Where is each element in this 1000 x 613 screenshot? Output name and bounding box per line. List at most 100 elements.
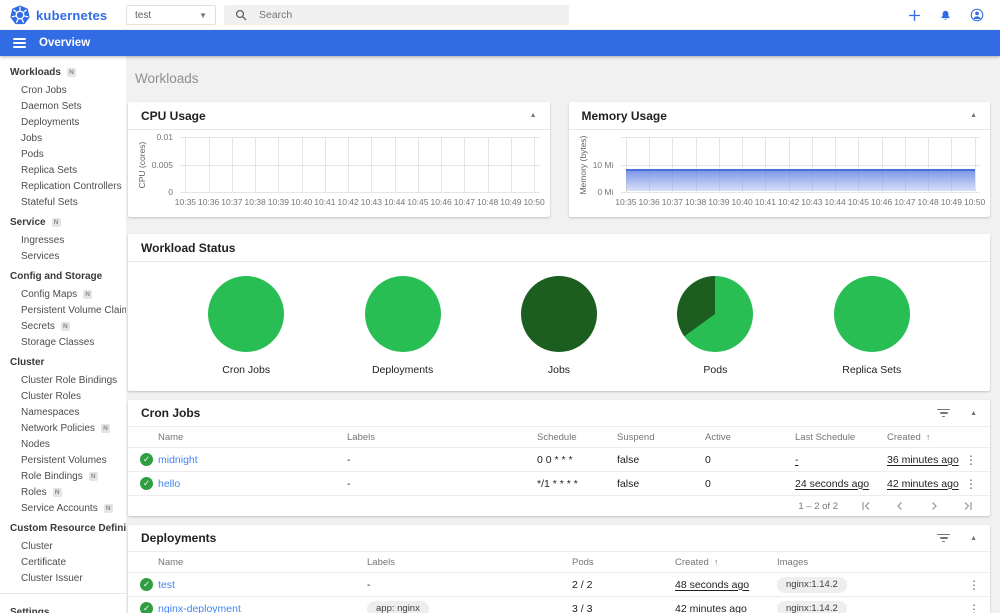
row-actions-kebab-icon[interactable]: ⋮ xyxy=(965,578,983,592)
next-page-icon[interactable] xyxy=(928,500,940,512)
namespaced-badge-icon: N xyxy=(83,289,93,299)
sidebar-item-replica-sets[interactable]: Replica Sets xyxy=(0,162,126,178)
sidebar-item-pods[interactable]: Pods xyxy=(0,146,126,162)
column-header-schedule[interactable]: Schedule xyxy=(537,432,617,443)
collapse-card-icon[interactable]: ▲ xyxy=(970,410,977,417)
sidebar-section-label: Workloads xyxy=(10,67,61,78)
sidebar-item-replication-controllers[interactable]: Replication Controllers xyxy=(0,178,126,194)
sidebar-section-service[interactable]: Service N xyxy=(0,210,126,232)
collapse-card-icon[interactable]: ▲ xyxy=(970,535,977,542)
sidebar-item-service-accounts[interactable]: Service Accounts N xyxy=(0,500,126,516)
sidebar-item-network-policies[interactable]: Network Policies N xyxy=(0,420,126,436)
collapse-card-icon[interactable]: ▲ xyxy=(970,112,977,119)
labels-cell: - xyxy=(347,477,351,490)
sidebar-item-label: Role Bindings xyxy=(21,470,83,482)
sidebar-item-cluster-role-bindings[interactable]: Cluster Role Bindings xyxy=(0,372,126,388)
filter-icon[interactable] xyxy=(937,533,951,543)
sidebar-item-secrets[interactable]: Secrets N xyxy=(0,318,126,334)
sidebar-item-settings[interactable]: Settings xyxy=(0,600,126,613)
x-axis-tick-label: 10:41 xyxy=(754,197,777,207)
sidebar-item-jobs[interactable]: Jobs xyxy=(0,130,126,146)
hamburger-menu-icon[interactable] xyxy=(13,38,26,48)
chevron-down-icon: ▼ xyxy=(199,10,207,20)
x-axis-tick-label: 10:47 xyxy=(453,197,475,207)
collapse-card-icon[interactable]: ▲ xyxy=(530,112,537,119)
sidebar-item-ingresses[interactable]: Ingresses xyxy=(0,232,126,248)
column-header-name[interactable]: Name xyxy=(158,557,367,568)
user-profile-icon[interactable] xyxy=(970,8,984,22)
pagination-controls xyxy=(860,500,974,512)
sidebar-item-role-bindings[interactable]: Role Bindings N xyxy=(0,468,126,484)
deployment-name-link[interactable]: nginx-deployment xyxy=(158,603,241,613)
column-header-labels[interactable]: Labels xyxy=(347,432,537,443)
kubernetes-logo[interactable]: kubernetes xyxy=(10,5,126,25)
sidebar-item-roles[interactable]: Roles N xyxy=(0,484,126,500)
column-header-active[interactable]: Active xyxy=(705,432,795,443)
sidebar-item-cron-jobs[interactable]: Cron Jobs xyxy=(0,82,126,98)
sidebar-item-cluster-issuer[interactable]: Cluster Issuer xyxy=(0,570,126,586)
sidebar-item-cluster[interactable]: Cluster xyxy=(0,538,126,554)
notifications-bell-icon[interactable] xyxy=(939,9,952,22)
cron-job-name-link[interactable]: hello xyxy=(158,478,180,490)
sidebar-section-custom-resource-definitions[interactable]: Custom Resource Definitions xyxy=(0,516,126,538)
first-page-icon[interactable] xyxy=(860,500,872,512)
x-axis-tick-label: 10:45 xyxy=(407,197,429,207)
created-cell: 48 seconds ago xyxy=(675,579,777,591)
sidebar-item-stateful-sets[interactable]: Stateful Sets xyxy=(0,194,126,210)
sidebar-item-label: Cluster xyxy=(21,540,53,552)
deployment-row-test: ✓ test - 2 / 2 48 seconds ago nginx:1.14.2 ⋮ xyxy=(128,572,990,596)
status-success-icon: ✓ xyxy=(140,578,153,591)
sidebar-item-persistent-volume-claims[interactable]: Persistent Volume ClaimsN xyxy=(0,302,126,318)
sidebar-item-cluster-roles[interactable]: Cluster Roles xyxy=(0,388,126,404)
column-header-images[interactable]: Images xyxy=(777,557,977,568)
cron-jobs-title: Cron Jobs xyxy=(141,406,201,420)
chart-gridline xyxy=(231,137,233,192)
sidebar-item-nodes[interactable]: Nodes xyxy=(0,436,126,452)
sidebar-item-deployments[interactable]: Deployments xyxy=(0,114,126,130)
pie-chart-jobs xyxy=(520,276,597,352)
sidebar-item-services[interactable]: Services xyxy=(0,248,126,264)
row-actions-kebab-icon[interactable]: ⋮ xyxy=(962,453,980,467)
column-header-created[interactable]: Created ↑ xyxy=(887,432,972,443)
sidebar-item-config-maps[interactable]: Config Maps N xyxy=(0,286,126,302)
sidebar-section-config-and-storage[interactable]: Config and Storage xyxy=(0,264,126,286)
status-success-icon: ✓ xyxy=(140,453,153,466)
name-cell: test xyxy=(158,579,367,591)
sidebar-section-label: Cluster xyxy=(10,357,45,368)
search-icon xyxy=(235,9,247,21)
sidebar-item-certificate[interactable]: Certificate xyxy=(0,554,126,570)
workload-status-title: Workload Status xyxy=(141,240,236,255)
column-header-suspend[interactable]: Suspend xyxy=(617,432,705,443)
column-header-name[interactable]: Name xyxy=(158,432,347,443)
active-cell: 0 xyxy=(705,477,711,490)
y-axis-tick-label: 0.005 xyxy=(151,159,173,170)
column-header-pods[interactable]: Pods xyxy=(572,557,675,568)
namespace-selector[interactable]: test ▼ xyxy=(126,5,216,25)
namespaced-badge-icon: N xyxy=(100,423,110,433)
column-header-created[interactable]: Created ↑ xyxy=(675,557,777,568)
last-page-icon[interactable] xyxy=(962,500,974,512)
cron-job-name-link[interactable]: midnight xyxy=(158,454,198,466)
sidebar-item-daemon-sets[interactable]: Daemon Sets xyxy=(0,98,126,114)
sidebar-item-label: Persistent Volumes xyxy=(21,454,107,466)
deployment-name-link[interactable]: test xyxy=(158,579,175,591)
sidebar-item-storage-classes[interactable]: Storage Classes xyxy=(0,334,126,350)
sidebar-section-cluster[interactable]: Cluster xyxy=(0,350,126,372)
filter-icon[interactable] xyxy=(937,408,951,418)
sidebar-item-persistent-volumes[interactable]: Persistent Volumes xyxy=(0,452,126,468)
sidebar-section-workloads[interactable]: Workloads N xyxy=(0,60,126,82)
sidebar-item-namespaces[interactable]: Namespaces xyxy=(0,404,126,420)
chart-gridline xyxy=(620,192,980,193)
column-header-last-schedule[interactable]: Last Schedule xyxy=(795,432,887,443)
last-schedule-value: 24 seconds ago xyxy=(795,477,870,490)
previous-page-icon[interactable] xyxy=(894,500,906,512)
create-resource-plus-icon[interactable] xyxy=(908,9,921,22)
search-input[interactable]: Search xyxy=(224,5,569,25)
column-header-labels[interactable]: Labels xyxy=(367,557,572,568)
x-axis-tick-label: 10:49 xyxy=(940,197,962,207)
pie-chart-label: Deployments xyxy=(371,364,434,376)
namespaced-badge-icon: N xyxy=(51,218,61,227)
row-actions-kebab-icon[interactable]: ⋮ xyxy=(962,477,980,491)
row-actions-kebab-icon[interactable]: ⋮ xyxy=(965,602,983,613)
sidebar-item-label: Persistent Volume Claims xyxy=(21,304,126,316)
